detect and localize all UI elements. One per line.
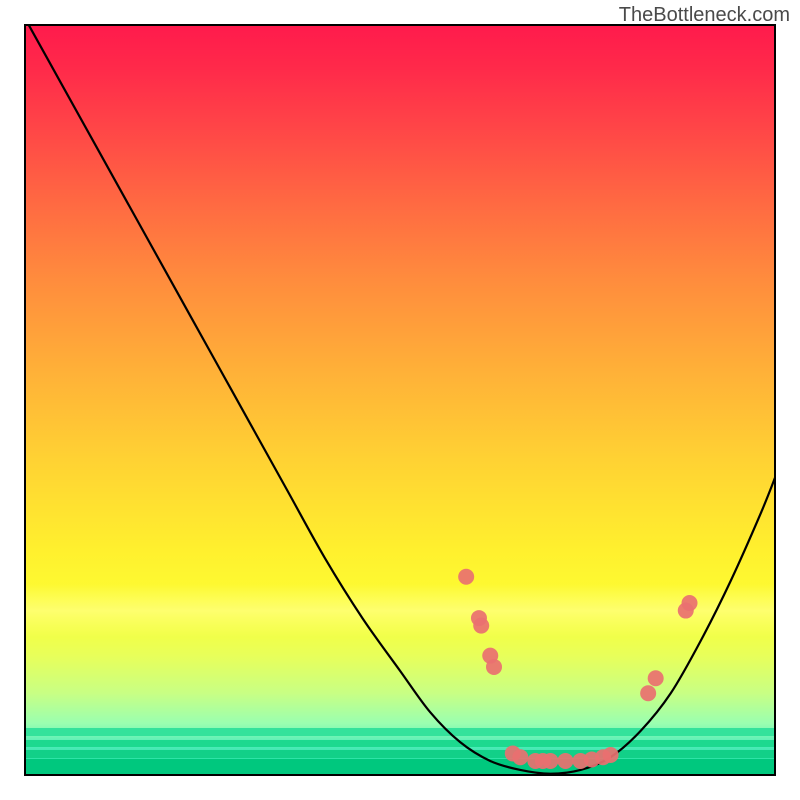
green-stripe-3 <box>24 750 776 758</box>
green-stripe-2 <box>24 740 776 748</box>
chart-background-gradient <box>24 24 776 776</box>
chart-plot-area <box>24 24 776 776</box>
yellow-glow-band <box>24 584 776 637</box>
green-stripe-1 <box>24 728 776 736</box>
green-base <box>24 759 776 776</box>
watermark-text: TheBottleneck.com <box>619 4 790 27</box>
